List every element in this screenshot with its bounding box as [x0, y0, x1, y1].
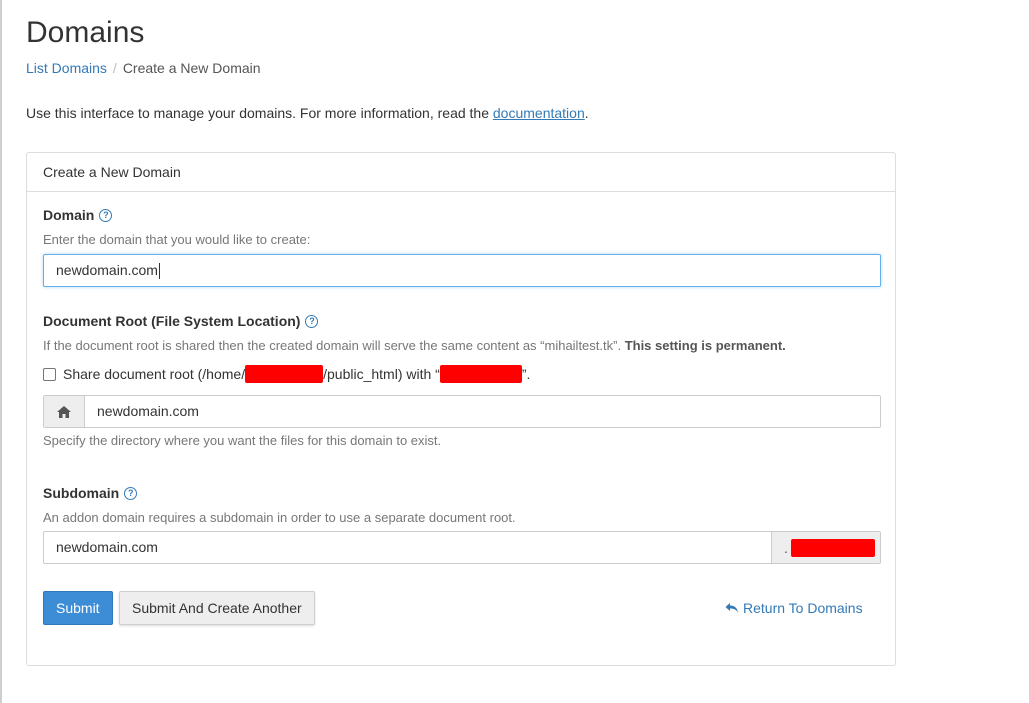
panel-heading: Create a New Domain [27, 153, 895, 192]
intro-suffix: . [584, 105, 589, 121]
page-title: Domains [26, 16, 145, 49]
subdomain-input-group: newdomain.com . [43, 531, 881, 564]
breadcrumb: List Domains / Create a New Domain [26, 59, 261, 77]
question-circle-icon[interactable]: ? [99, 208, 113, 222]
domain-help: Enter the domain that you would like to … [43, 232, 311, 247]
documentation-link[interactable]: documentation [493, 105, 585, 121]
question-circle-icon[interactable]: ? [305, 314, 319, 328]
document-root-input-group: newdomain.com [43, 395, 881, 428]
share-prefix[interactable]: Share document root (/home/ [63, 366, 245, 382]
intro-description: Use this interface to manage your domain… [26, 105, 489, 121]
domain-input-value: newdomain.com [56, 262, 158, 278]
create-domain-panel: Create a New Domain Domain ? Enter the d… [26, 152, 896, 666]
subdomain-suffix: . [771, 532, 880, 563]
redacted-domain [439, 365, 522, 383]
subdomain-label-text: Subdomain [43, 485, 120, 501]
document-root-help: If the document root is shared then the … [43, 338, 786, 353]
domain-label-text: Domain [43, 207, 95, 223]
document-root-help-text: If the document root is shared then the … [43, 338, 622, 353]
breadcrumb-list-domains-link[interactable]: List Domains [26, 60, 107, 76]
intro-text: Use this interface to manage your domain… [26, 104, 589, 122]
reply-arrow-icon [725, 603, 738, 613]
redacted-main-domain [790, 538, 875, 557]
page: Domains List Domains / Create a New Domain… [0, 0, 1029, 703]
document-root-input[interactable]: newdomain.com [85, 396, 880, 427]
share-document-root-row: Share document root (/home/ /public_html)… [43, 365, 530, 383]
breadcrumb-separator: / [112, 60, 117, 76]
share-middle[interactable]: /public_html) with “ [323, 366, 440, 382]
subdomain-input[interactable]: newdomain.com [44, 532, 771, 563]
subdomain-label: Subdomain ? [43, 485, 138, 501]
document-root-help-bold: This setting is permanent. [624, 338, 786, 353]
subdomain-suffix-dot: . [784, 539, 788, 556]
text-caret [158, 263, 160, 280]
share-document-root-checkbox[interactable] [43, 367, 56, 381]
document-root-note: Specify the directory where you want the… [43, 433, 442, 448]
document-root-label: Document Root (File System Location) ? [43, 313, 319, 329]
return-to-domains-link[interactable]: Return To Domains [725, 600, 863, 616]
question-circle-icon[interactable]: ? [124, 486, 138, 500]
domain-input[interactable]: newdomain.com [43, 254, 881, 287]
submit-and-create-another-button[interactable]: Submit And Create Another [119, 591, 315, 625]
subdomain-help: An addon domain requires a subdomain in … [43, 510, 516, 525]
document-root-label-text: Document Root (File System Location) [43, 313, 301, 329]
home-icon [44, 396, 85, 427]
share-suffix: ”. [521, 366, 531, 382]
return-to-domains-label[interactable]: Return To Domains [743, 600, 863, 616]
breadcrumb-current: Create a New Domain [122, 60, 261, 76]
redacted-username [245, 365, 324, 383]
domain-label: Domain ? [43, 207, 113, 223]
submit-button[interactable]: Submit [43, 591, 113, 625]
